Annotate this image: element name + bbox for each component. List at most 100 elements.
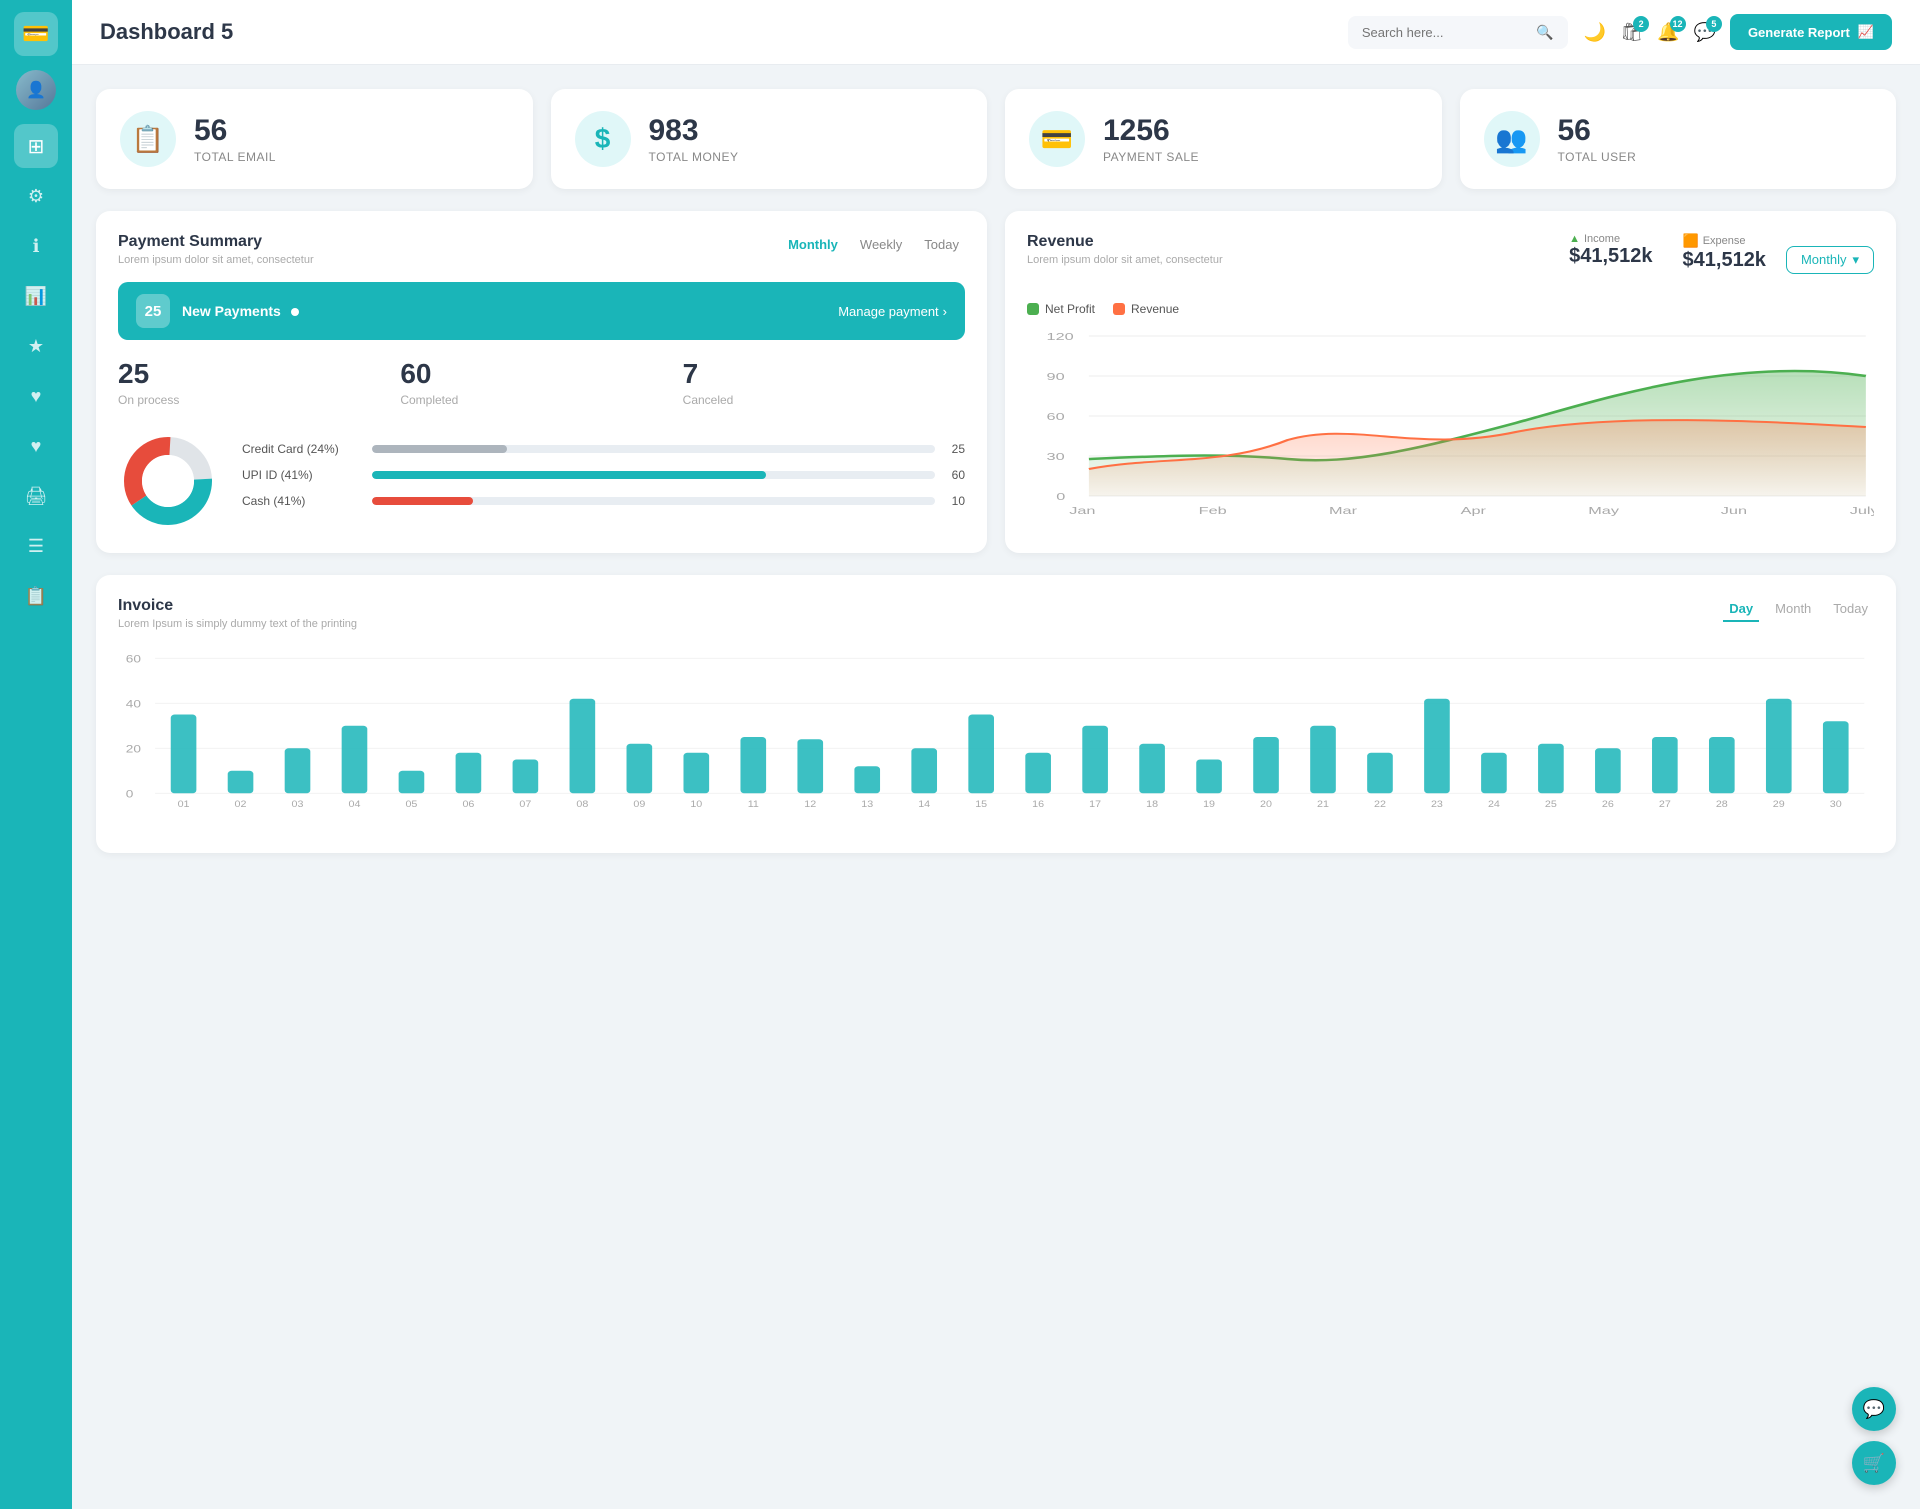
fab-group: 💬 🛒 <box>1852 1387 1896 1485</box>
svg-text:19: 19 <box>1203 800 1215 810</box>
payment-summary-subtitle: Lorem ipsum dolor sit amet, consectetur <box>118 254 314 266</box>
tab-monthly[interactable]: Monthly <box>782 233 844 256</box>
svg-text:13: 13 <box>861 800 873 810</box>
revenue-header: Revenue Lorem ipsum dolor sit amet, cons… <box>1027 233 1874 286</box>
sidebar-item-chart[interactable]: 📊 <box>14 274 58 318</box>
chat-icon-btn[interactable]: 💬 5 <box>1694 22 1716 43</box>
payment-summary-title: Payment Summary <box>118 233 314 251</box>
stat-money-info: 983 TOTAL MONEY <box>649 114 739 164</box>
stat-card-money: $ 983 TOTAL MONEY <box>551 89 988 189</box>
email-label: TOTAL EMAIL <box>194 150 276 164</box>
svg-text:06: 06 <box>462 800 474 810</box>
payment-label: PAYMENT SALE <box>1103 150 1199 164</box>
svg-text:04: 04 <box>349 800 361 810</box>
payment-value: 1256 <box>1103 114 1199 147</box>
sidebar-item-dashboard[interactable]: ⊞ <box>14 124 58 168</box>
svg-text:Apr: Apr <box>1461 505 1487 516</box>
sidebar-item-settings[interactable]: ⚙ <box>14 174 58 218</box>
upi-fill <box>372 471 766 479</box>
user-value: 56 <box>1558 114 1637 147</box>
new-payments-dot <box>291 308 299 316</box>
svg-text:29: 29 <box>1773 800 1785 810</box>
generate-report-button[interactable]: Generate Report 📈 <box>1730 14 1892 50</box>
svg-text:09: 09 <box>633 800 645 810</box>
sidebar-item-heart2[interactable]: ♥ <box>14 424 58 468</box>
on-process-value: 25 <box>118 358 400 390</box>
fab-cart-button[interactable]: 🛒 <box>1852 1441 1896 1485</box>
stat-card-user: 👥 56 TOTAL USER <box>1460 89 1897 189</box>
sidebar-item-favorite[interactable]: ♥ <box>14 374 58 418</box>
stat-canceled: 7 Canceled <box>683 358 965 407</box>
payment-icon-wrap: 💳 <box>1029 111 1085 167</box>
theme-toggle[interactable]: 🌙 <box>1584 22 1606 43</box>
search-input[interactable] <box>1362 25 1529 40</box>
upi-count: 60 <box>945 468 965 482</box>
revenue-chart: 120 90 60 30 0 <box>1027 326 1874 526</box>
invoice-panel: Invoice Lorem Ipsum is simply dummy text… <box>96 575 1896 853</box>
svg-text:03: 03 <box>292 800 304 810</box>
invoice-title: Invoice <box>118 597 357 615</box>
search-bar[interactable]: 🔍 <box>1348 16 1568 49</box>
upi-bar <box>372 471 935 479</box>
revenue-meta: ▲ Income $41,512k 🟧 Expense <box>1569 233 1766 272</box>
stat-card-email: 📋 56 TOTAL EMAIL <box>96 89 533 189</box>
user-avatar[interactable]: 👤 <box>16 70 56 110</box>
sidebar: 💳 👤 ⊞ ⚙ ℹ 📊 ★ ♥ ♥ 🖨 ☰ 📋 <box>0 0 72 1509</box>
tab-today[interactable]: Today <box>918 233 965 256</box>
sidebar-item-print[interactable]: 🖨 <box>14 474 58 518</box>
canceled-label: Canceled <box>683 393 965 407</box>
sidebar-item-menu[interactable]: ☰ <box>14 524 58 568</box>
fab-chat-button[interactable]: 💬 <box>1852 1387 1896 1431</box>
stat-completed: 60 Completed <box>400 358 682 407</box>
svg-text:Jan: Jan <box>1069 505 1095 516</box>
sidebar-logo[interactable]: 💳 <box>14 12 58 56</box>
svg-text:30: 30 <box>1830 800 1842 810</box>
stat-on-process: 25 On process <box>118 358 400 407</box>
expense-label: 🟧 Expense <box>1683 233 1766 249</box>
sidebar-item-info[interactable]: ℹ <box>14 224 58 268</box>
revenue-panel: Revenue Lorem ipsum dolor sit amet, cons… <box>1005 211 1896 553</box>
legend-dot-profit <box>1027 303 1039 315</box>
cash-count: 10 <box>945 494 965 508</box>
svg-text:0: 0 <box>1056 491 1065 502</box>
bell-icon-btn[interactable]: 🔔 12 <box>1657 22 1679 43</box>
cart-badge: 2 <box>1633 16 1649 32</box>
manage-payment-link[interactable]: Manage payment › <box>838 304 947 319</box>
svg-text:16: 16 <box>1032 800 1044 810</box>
svg-text:10: 10 <box>690 800 702 810</box>
svg-text:23: 23 <box>1431 800 1443 810</box>
main-content: Dashboard 5 🔍 🌙 🛍 2 🔔 12 💬 5 Generate Re… <box>72 0 1920 1509</box>
cart-icon-btn[interactable]: 🛍 2 <box>1620 22 1643 43</box>
cash-label: Cash (41%) <box>242 494 362 508</box>
middle-row: Payment Summary Lorem ipsum dolor sit am… <box>96 211 1896 553</box>
svg-text:26: 26 <box>1602 800 1614 810</box>
page-title: Dashboard 5 <box>100 19 1332 45</box>
revenue-period-dropdown[interactable]: Monthly ▾ <box>1786 246 1874 274</box>
svg-text:Jun: Jun <box>1721 505 1747 516</box>
svg-text:60: 60 <box>1047 411 1065 422</box>
invoice-tab-month[interactable]: Month <box>1769 597 1817 622</box>
completed-label: Completed <box>400 393 682 407</box>
svg-text:25: 25 <box>1545 800 1557 810</box>
invoice-bar-chart: 60 40 20 0 01020304050607080910111213141… <box>118 646 1874 826</box>
sidebar-item-star[interactable]: ★ <box>14 324 58 368</box>
tab-weekly[interactable]: Weekly <box>854 233 908 256</box>
svg-text:20: 20 <box>126 742 141 755</box>
svg-text:22: 22 <box>1374 800 1386 810</box>
legend-net-profit: Net Profit <box>1027 302 1095 316</box>
donut-chart <box>118 431 218 531</box>
invoice-tab-today[interactable]: Today <box>1827 597 1874 622</box>
svg-text:12: 12 <box>804 800 816 810</box>
invoice-tab-day[interactable]: Day <box>1723 597 1759 622</box>
stat-cards-row: 📋 56 TOTAL EMAIL $ 983 TOTAL MONEY 💳 125… <box>96 89 1896 189</box>
bell-badge: 12 <box>1670 16 1686 32</box>
bar-chart-icon: 📈 <box>1858 24 1874 40</box>
income-label: ▲ Income <box>1569 233 1652 245</box>
payment-stats-row: 25 On process 60 Completed 7 Canceled <box>118 358 965 407</box>
dashboard-body: 📋 56 TOTAL EMAIL $ 983 TOTAL MONEY 💳 125… <box>72 65 1920 877</box>
cash-fill <box>372 497 473 505</box>
sidebar-item-list[interactable]: 📋 <box>14 574 58 618</box>
upi-label: UPI ID (41%) <box>242 468 362 482</box>
svg-text:40: 40 <box>126 697 141 710</box>
legend-revenue: Revenue <box>1113 302 1179 316</box>
